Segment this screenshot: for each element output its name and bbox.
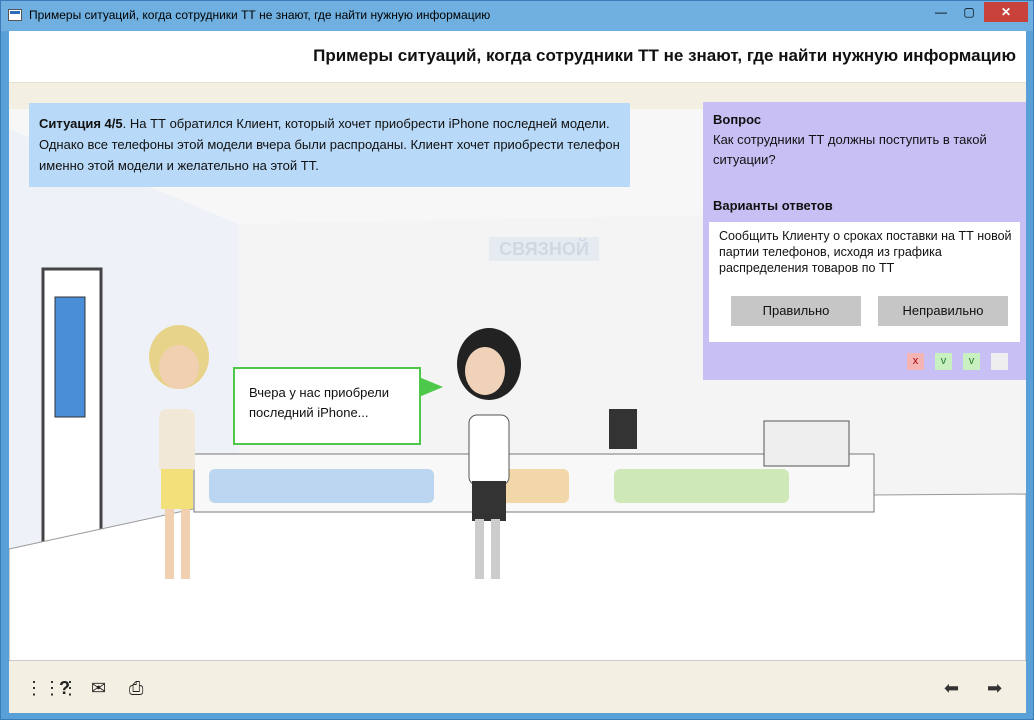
progress-mark-4 — [991, 353, 1008, 370]
print-icon[interactable]: ⎙ — [129, 679, 143, 697]
content-area: Примеры ситуаций, когда сотрудники ТТ не… — [9, 31, 1026, 713]
question-panel: Вопрос Как сотрудники ТТ должны поступит… — [703, 102, 1026, 380]
cash-drawer — [763, 420, 850, 467]
progress-mark-3: v — [963, 353, 980, 370]
correct-button[interactable]: Правильно — [731, 296, 861, 326]
help-icon[interactable]: ? — [59, 679, 70, 697]
situation-box: Ситуация 4/5. На ТТ обратился Клиент, ко… — [29, 103, 630, 187]
progress-mark-2: v — [935, 353, 952, 370]
answers-label: Варианты ответов — [713, 198, 833, 213]
situation-text: . На ТТ обратился Клиент, который хочет … — [39, 116, 620, 173]
answer-text: Сообщить Клиенту о сроках поставки на ТТ… — [719, 229, 1012, 275]
progress-mark-1: x — [907, 353, 924, 370]
monitor — [609, 409, 637, 449]
menu-grid-icon[interactable]: ⋮⋮⋮ — [25, 679, 79, 697]
question-label: Вопрос — [713, 112, 762, 127]
answer-card: Сообщить Клиенту о сроках поставки на ТТ… — [709, 222, 1020, 342]
close-button[interactable]: ✕ — [984, 2, 1028, 22]
app-window: Примеры ситуаций, когда сотрудники ТТ не… — [0, 0, 1034, 720]
store-sign: СВЯЗНОЙ — [499, 238, 589, 259]
speech-text: Вчера у нас приобрели последний iPhone..… — [249, 385, 390, 420]
next-arrow-icon[interactable]: ➡ — [987, 679, 1002, 697]
app-icon — [8, 9, 22, 21]
incorrect-button[interactable]: Неправильно — [878, 296, 1008, 326]
maximize-button[interactable]: ▢ — [956, 2, 982, 22]
question-text: Как сотрудники ТТ должны поступить в так… — [713, 132, 987, 167]
footer-toolbar: ⋮⋮⋮ ? ✉ ⎙ ⬅ ➡ — [9, 661, 1026, 713]
slide-header: Примеры ситуаций, когда сотрудники ТТ не… — [9, 31, 1026, 83]
speech-bubble: Вчера у нас приобрели последний iPhone..… — [233, 367, 443, 445]
title-bar: Примеры ситуаций, когда сотрудники ТТ не… — [1, 1, 1033, 31]
slide-title: Примеры ситуаций, когда сотрудники ТТ не… — [313, 46, 1016, 65]
minimize-button[interactable]: — — [928, 2, 954, 22]
window-title: Примеры ситуаций, когда сотрудники ТТ не… — [29, 8, 491, 22]
situation-label: Ситуация 4/5 — [39, 116, 123, 131]
mail-icon[interactable]: ✉ — [91, 679, 106, 697]
prev-arrow-icon[interactable]: ⬅ — [944, 679, 959, 697]
